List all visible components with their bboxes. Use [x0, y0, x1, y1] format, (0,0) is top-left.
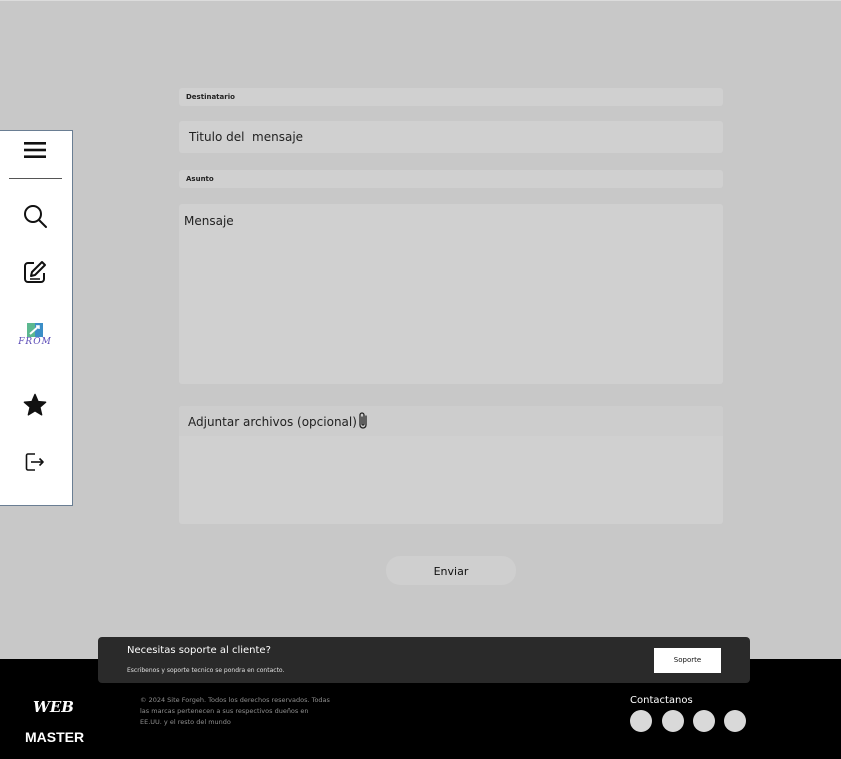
message-title-field[interactable]: Titulo del mensaje	[179, 121, 723, 153]
support-banner-title: Necesitas soporte al cliente?	[127, 645, 271, 656]
recipient-label: Destinatario	[186, 93, 235, 101]
logo-master: MASTER	[25, 729, 85, 745]
social-link-2[interactable]	[662, 710, 684, 732]
message-textarea[interactable]: Mensaje	[179, 204, 723, 384]
logout-button[interactable]	[15, 446, 55, 478]
copyright-text: © 2024 Site Forgeh. Todos los derechos r…	[140, 696, 330, 726]
search-icon	[24, 205, 47, 228]
logout-icon	[25, 453, 44, 471]
contact-label: Contactanos	[630, 695, 693, 706]
sidebar: FROM	[0, 130, 73, 506]
sidebar-divider	[9, 178, 62, 179]
from-logo-button[interactable]: FROM	[15, 314, 55, 356]
support-banner: Necesitas soporte al cliente? Escribenos…	[98, 637, 750, 683]
support-button[interactable]: Soporte	[654, 648, 721, 673]
menu-button[interactable]	[15, 134, 55, 166]
edit-icon	[24, 261, 46, 283]
recipient-field[interactable]: Destinatario	[179, 88, 723, 106]
subject-field[interactable]: Asunto	[179, 170, 723, 188]
compose-button[interactable]	[15, 256, 55, 288]
message-title-placeholder: Titulo del mensaje	[189, 130, 304, 144]
message-placeholder: Mensaje	[184, 214, 234, 228]
star-icon	[23, 393, 47, 416]
favorites-button[interactable]	[15, 389, 55, 421]
top-border	[0, 0, 841, 1]
attachments-area[interactable]: Adjuntar archivos (opcional)	[179, 406, 723, 524]
from-logo-text: FROM	[18, 337, 52, 347]
send-button[interactable]: Enviar	[386, 556, 516, 585]
from-logo-icon: FROM	[18, 323, 52, 347]
hamburger-icon	[24, 142, 46, 158]
social-link-1[interactable]	[630, 710, 652, 732]
attachments-label: Adjuntar archivos (opcional)	[188, 415, 357, 429]
social-link-4[interactable]	[724, 710, 746, 732]
subject-label: Asunto	[186, 175, 214, 183]
social-link-3[interactable]	[693, 710, 715, 732]
paperclip-icon[interactable]	[357, 411, 369, 435]
search-button[interactable]	[15, 200, 55, 232]
logo-web: WEB	[33, 698, 74, 716]
support-banner-subtitle: Escribenos y soporte tecnico se pondra e…	[127, 667, 285, 674]
